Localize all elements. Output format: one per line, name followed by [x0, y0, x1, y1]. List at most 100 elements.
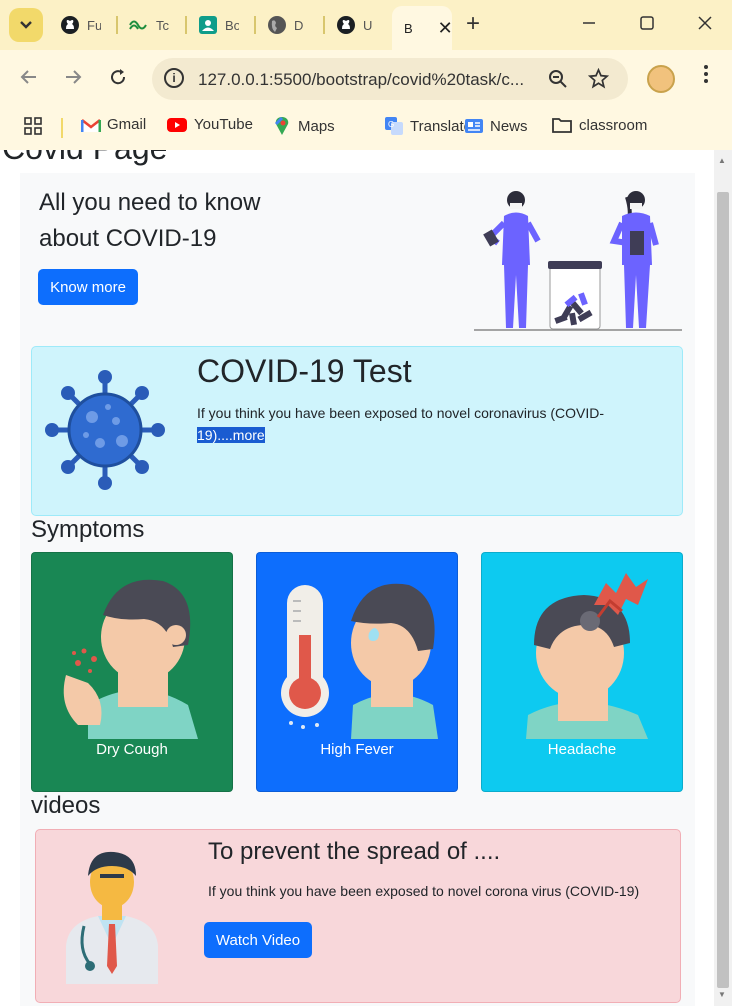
watch-video-button[interactable]: Watch Video: [204, 922, 312, 958]
test-card-title: COVID-19 Test: [197, 353, 412, 389]
covid-test-card: COVID-19 Test If you think you have been…: [31, 346, 683, 516]
symptom-label: High Fever: [320, 741, 394, 758]
headache-person-illustration: [526, 573, 648, 739]
back-button[interactable]: [20, 68, 38, 90]
profile-avatar[interactable]: [647, 65, 675, 93]
folder-icon: [552, 118, 572, 133]
address-bar[interactable]: i 127.0.0.1:5500/bootstrap/covid%20task/…: [152, 58, 628, 100]
tab-search-button[interactable]: [9, 8, 43, 42]
medical-staff-illustration: [474, 191, 682, 331]
symptom-card-headache[interactable]: Headache: [481, 552, 683, 792]
tab-title: Fu: [87, 17, 101, 33]
more-vert-icon: [704, 65, 708, 83]
star-icon: [587, 67, 610, 89]
bookmark-folder-classroom[interactable]: classroom: [551, 116, 647, 134]
bookmark-star-button[interactable]: [587, 67, 610, 94]
symptoms-heading: Symptoms: [31, 516, 145, 543]
arrow-left-icon: [20, 70, 36, 84]
tab-2[interactable]: Tc: [119, 8, 185, 42]
video-card: To prevent the spread of .... If you thi…: [35, 829, 681, 1003]
tab-active[interactable]: B ✕: [392, 6, 452, 50]
maximize-button[interactable]: [640, 14, 654, 35]
youtube-icon: [167, 117, 187, 132]
tab-title: B: [404, 20, 413, 36]
close-tab-icon[interactable]: ✕: [438, 18, 452, 39]
fever-person-illustration: [281, 583, 438, 739]
minimize-button[interactable]: [582, 14, 596, 35]
tab-separator: [185, 16, 187, 34]
close-window-button[interactable]: [698, 14, 712, 35]
maps-icon: [274, 116, 289, 135]
scrollbar-thumb[interactable]: [717, 192, 729, 988]
menu-button[interactable]: [703, 64, 709, 90]
videos-heading: videos: [31, 792, 101, 819]
bookmarks-bar: Gmail YouTube Maps G Translate News clas…: [0, 108, 732, 150]
read-more-link[interactable]: 19)....more: [197, 427, 265, 443]
tab-separator: [116, 16, 118, 34]
coronavirus-icon: [45, 370, 165, 490]
bookmark-label: classroom: [579, 116, 648, 134]
main-container: All you need to know about COVID-19 Know…: [20, 173, 695, 1006]
video-card-text: If you think you have been exposed to no…: [208, 883, 640, 899]
github-icon: [61, 16, 79, 34]
reload-button[interactable]: [109, 68, 127, 90]
symptom-card-high-fever[interactable]: High Fever: [256, 552, 458, 792]
bookmark-label: YouTube: [194, 116, 253, 133]
tab-title: D: [294, 17, 304, 33]
bookmark-label: Maps: [298, 117, 335, 135]
bookmark-translate[interactable]: G Translate: [384, 116, 472, 136]
bookmark-label: Translate: [410, 117, 472, 135]
arrow-right-icon: [66, 70, 82, 84]
bookmark-maps[interactable]: Maps: [272, 116, 335, 136]
tab-5[interactable]: U: [326, 8, 392, 42]
symptom-label: Headache: [547, 741, 617, 758]
hero-title: All you need to know about COVID-19: [39, 189, 261, 252]
symptom-label: Dry Cough: [96, 741, 168, 758]
forward-button[interactable]: [64, 68, 82, 90]
test-card-description: If you think you have been exposed to no…: [197, 405, 604, 421]
bookmark-gmail[interactable]: Gmail: [81, 116, 146, 133]
apps-button[interactable]: [23, 116, 43, 136]
page-title: Covid Page: [2, 150, 167, 167]
symptom-card-dry-cough[interactable]: Dry Cough: [31, 552, 233, 792]
know-more-button[interactable]: Know more: [38, 269, 138, 305]
tab-4[interactable]: D: [257, 8, 323, 42]
tab-strip: Fu Tc Bo D U B ✕ +: [0, 0, 732, 50]
bookmark-separator: [61, 118, 63, 138]
github-icon: [337, 16, 355, 34]
svg-text:G: G: [388, 120, 394, 129]
close-icon: [698, 16, 712, 30]
apps-grid-icon: [24, 117, 42, 135]
tab-separator: [254, 16, 256, 34]
contact-icon: [199, 16, 217, 34]
bookmark-label: Gmail: [107, 116, 147, 133]
info-icon[interactable]: i: [164, 68, 184, 88]
tab-3[interactable]: Bo: [188, 8, 254, 42]
scroll-up-arrow-icon[interactable]: ▲: [718, 156, 726, 165]
doctor-illustration: [66, 851, 158, 984]
url-text: 127.0.0.1:5500/bootstrap/covid%20task/c.…: [198, 70, 525, 89]
reload-icon: [111, 69, 126, 85]
globe-icon: [268, 16, 286, 34]
chevron-down-icon: [20, 21, 32, 29]
tab-title: U: [363, 17, 373, 33]
news-icon: [465, 119, 483, 133]
bookmark-label: News: [490, 117, 528, 135]
maximize-icon: [640, 16, 654, 30]
scroll-down-arrow-icon[interactable]: ▼: [718, 990, 726, 999]
video-card-title: To prevent the spread of ....: [208, 838, 501, 865]
gitlens-icon: [129, 20, 147, 30]
zoom-button[interactable]: [548, 69, 568, 94]
coughing-person-illustration: [63, 579, 198, 739]
page-viewport[interactable]: Covid Page All you need to know about CO…: [0, 150, 732, 1006]
bookmark-youtube[interactable]: YouTube: [166, 116, 253, 133]
gmail-icon: [81, 118, 101, 132]
tab-title: Tc: [156, 17, 169, 33]
bookmark-news[interactable]: News: [464, 116, 528, 136]
vertical-scrollbar[interactable]: ▲ ▼: [714, 150, 732, 1006]
translate-icon: G: [385, 117, 403, 135]
test-card-text: If you think you have been exposed to no…: [197, 402, 637, 446]
new-tab-button[interactable]: +: [466, 12, 480, 36]
tab-1[interactable]: Fu: [50, 8, 116, 42]
minimize-icon: [583, 22, 595, 24]
